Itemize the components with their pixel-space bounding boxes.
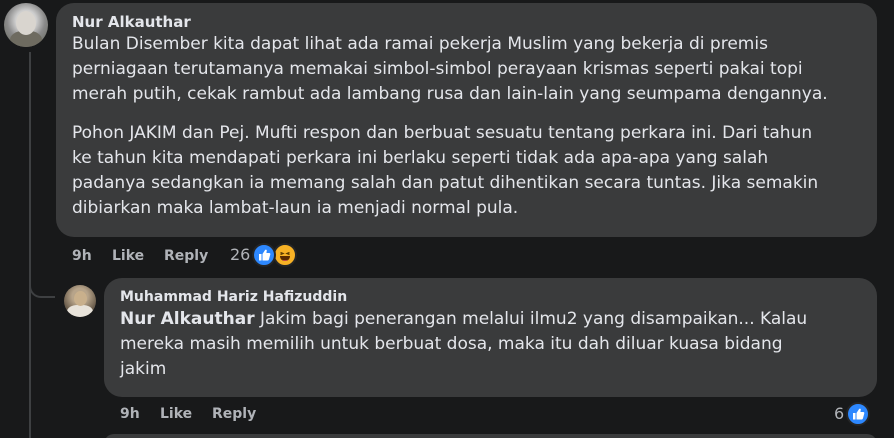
reply-bubble: Muhammad Hariz Hafizuddin Nur Alkauthar …	[104, 278, 877, 397]
reply-actions: 9h Like Reply	[120, 406, 320, 424]
comment-line: merah putih, cekak rambut ada lambang ru…	[72, 84, 828, 104]
comment-thread: Nur Alkauthar Bulan Disember kita dapat …	[0, 0, 894, 438]
reply-timestamp[interactable]: 9h	[120, 406, 140, 422]
comment-paragraph-1: Bulan Disember kita dapat lihat ada rama…	[72, 32, 865, 107]
reply-text: Nur Alkauthar Jakim bagi penerangan mela…	[120, 307, 865, 382]
reaction-count: 6	[834, 404, 845, 423]
comment-line: perniagaan terutamanya memakai simbol-si…	[72, 59, 803, 79]
reply-reactions[interactable]: 6	[834, 402, 884, 428]
haha-icon	[273, 243, 297, 267]
like-icon	[252, 243, 276, 267]
reply-line: Nur Alkauthar Jakim bagi penerangan mela…	[120, 307, 865, 332]
comment-line: Bulan Disember kita dapat lihat ada rama…	[72, 34, 768, 54]
comment-line: dibiarkan maka lambat-laun ia menjadi no…	[72, 198, 519, 218]
next-comment-bubble	[104, 434, 877, 438]
comment-line: ke tahun kita mendapati perkara ini berl…	[72, 148, 769, 168]
reply-mention[interactable]: Nur Alkauthar	[120, 309, 255, 329]
reply-author[interactable]: Muhammad Hariz Hafizuddin	[120, 287, 865, 307]
comment-author[interactable]: Nur Alkauthar	[72, 12, 865, 32]
comment-reactions[interactable]: 26	[230, 243, 310, 269]
replier-avatar[interactable]	[64, 285, 96, 317]
reply-reply-button[interactable]: Reply	[212, 406, 256, 422]
commenter-avatar[interactable]	[4, 3, 48, 47]
reply-line: mereka masih memilih untuk berbuat dosa,…	[120, 334, 783, 354]
comment-paragraph-2: Pohon JAKIM dan Pej. Mufti respon dan be…	[72, 121, 865, 221]
reaction-count: 26	[230, 245, 251, 264]
reply-line-text: Jakim bagi penerangan melalui ilmu2 yang…	[254, 309, 808, 329]
comment-reply-button[interactable]: Reply	[164, 248, 208, 264]
reply-line: jakim	[120, 359, 167, 379]
reply-connector-line	[29, 280, 55, 298]
comment-timestamp[interactable]: 9h	[72, 248, 92, 264]
thread-line	[29, 52, 31, 438]
comment-bubble: Nur Alkauthar Bulan Disember kita dapat …	[56, 3, 877, 237]
comment-line: Pohon JAKIM dan Pej. Mufti respon dan be…	[72, 123, 813, 143]
like-icon	[846, 402, 870, 426]
reply-like-button[interactable]: Like	[160, 406, 192, 422]
comment-like-button[interactable]: Like	[112, 248, 144, 264]
comment-line: padanya sedangkan ia memang salah dan pa…	[72, 173, 819, 193]
